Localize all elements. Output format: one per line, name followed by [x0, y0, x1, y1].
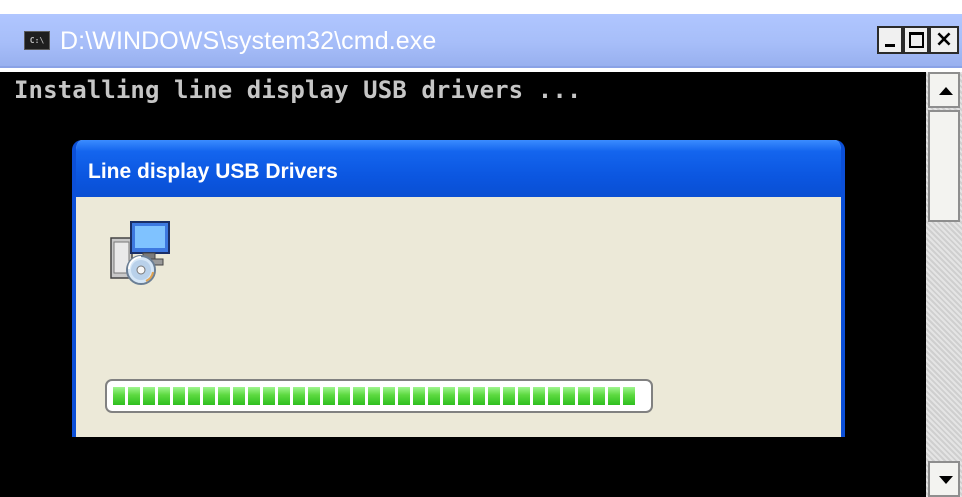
progress-segment	[593, 387, 605, 405]
close-icon: ×	[934, 27, 954, 52]
minimize-button[interactable]	[877, 26, 903, 54]
dialog-titlebar[interactable]: Line display USB Drivers	[76, 140, 841, 197]
vertical-scrollbar[interactable]	[926, 72, 962, 497]
progress-segment	[233, 387, 245, 405]
progress-segment	[113, 387, 125, 405]
scroll-thumb[interactable]	[928, 110, 960, 222]
progress-segment	[248, 387, 260, 405]
progress-segment	[458, 387, 470, 405]
progress-segment	[563, 387, 575, 405]
progress-segment	[398, 387, 410, 405]
scroll-up-button[interactable]	[928, 72, 960, 108]
progress-segment	[158, 387, 170, 405]
dialog-title: Line display USB Drivers	[88, 160, 338, 183]
progress-segment	[518, 387, 530, 405]
progress-segment	[443, 387, 455, 405]
progress-segment	[353, 387, 365, 405]
cmd-window: C:\ D:\WINDOWS\system32\cmd.exe × Instal…	[0, 0, 962, 497]
progress-segment	[623, 387, 635, 405]
command-prompt-icon: C:\	[24, 31, 50, 50]
progress-segment	[608, 387, 620, 405]
progress-segment	[263, 387, 275, 405]
progress-segment	[548, 387, 560, 405]
window-titlebar[interactable]: C:\ D:\WINDOWS\system32\cmd.exe ×	[0, 0, 962, 72]
progress-segment	[293, 387, 305, 405]
progress-segment	[173, 387, 185, 405]
window-title: D:\WINDOWS\system32\cmd.exe	[60, 27, 437, 55]
install-progress-bar	[105, 379, 653, 413]
progress-segment	[503, 387, 515, 405]
progress-segment	[203, 387, 215, 405]
arrow-up-icon	[939, 87, 953, 95]
progress-segment	[338, 387, 350, 405]
progress-segment	[488, 387, 500, 405]
progress-segment	[143, 387, 155, 405]
minimize-icon	[885, 43, 895, 47]
progress-segment	[428, 387, 440, 405]
maximize-button[interactable]	[903, 26, 929, 54]
installer-dialog: Line display USB Drivers	[72, 140, 845, 437]
progress-segment	[533, 387, 545, 405]
progress-segment	[383, 387, 395, 405]
installer-cd-computer-icon	[110, 221, 170, 285]
progress-segment	[188, 387, 200, 405]
progress-segment	[128, 387, 140, 405]
maximize-icon	[908, 32, 924, 48]
progress-segment	[218, 387, 230, 405]
progress-segment	[473, 387, 485, 405]
progress-fill	[113, 387, 645, 405]
progress-segment	[278, 387, 290, 405]
scroll-down-button[interactable]	[928, 461, 960, 497]
close-button[interactable]: ×	[929, 26, 959, 54]
progress-segment	[413, 387, 425, 405]
progress-segment	[308, 387, 320, 405]
console-output-line: Installing line display USB drivers ...	[14, 76, 582, 104]
progress-segment	[323, 387, 335, 405]
arrow-down-icon	[939, 476, 953, 484]
progress-segment	[578, 387, 590, 405]
progress-segment	[368, 387, 380, 405]
